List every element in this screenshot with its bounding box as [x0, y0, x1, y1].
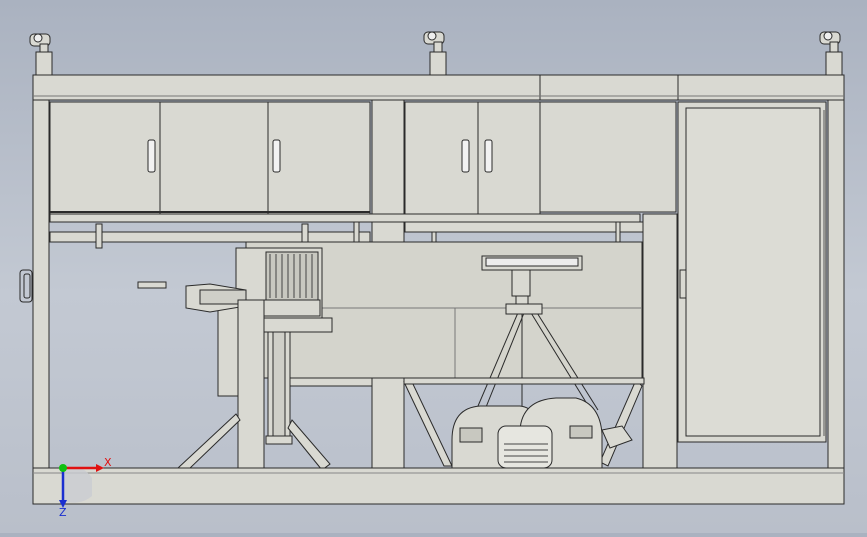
right-frame-post: [827, 99, 845, 471]
door-handle: [461, 139, 470, 173]
upper-panel-right: [539, 101, 677, 213]
right-access-door: [677, 101, 827, 443]
lifting-eye-left: [29, 33, 53, 77]
door-handle: [147, 139, 156, 173]
door-handle: [484, 139, 493, 173]
cad-viewport[interactable]: X Z: [0, 0, 867, 533]
upper-cabinet-center: [404, 101, 541, 215]
lifting-eye-center: [423, 31, 447, 77]
triad-z-label: Z: [59, 506, 67, 519]
upper-cabinet-left: [49, 101, 371, 215]
top-frame-beam: [32, 74, 845, 101]
triad-x-label: X: [104, 456, 112, 469]
door-handle: [272, 139, 281, 173]
base-frame: [32, 467, 845, 505]
inner-side-panel: [642, 213, 678, 471]
lifting-eye-right: [819, 31, 843, 77]
door-hinge: [679, 269, 687, 299]
left-frame-post: [32, 99, 50, 471]
